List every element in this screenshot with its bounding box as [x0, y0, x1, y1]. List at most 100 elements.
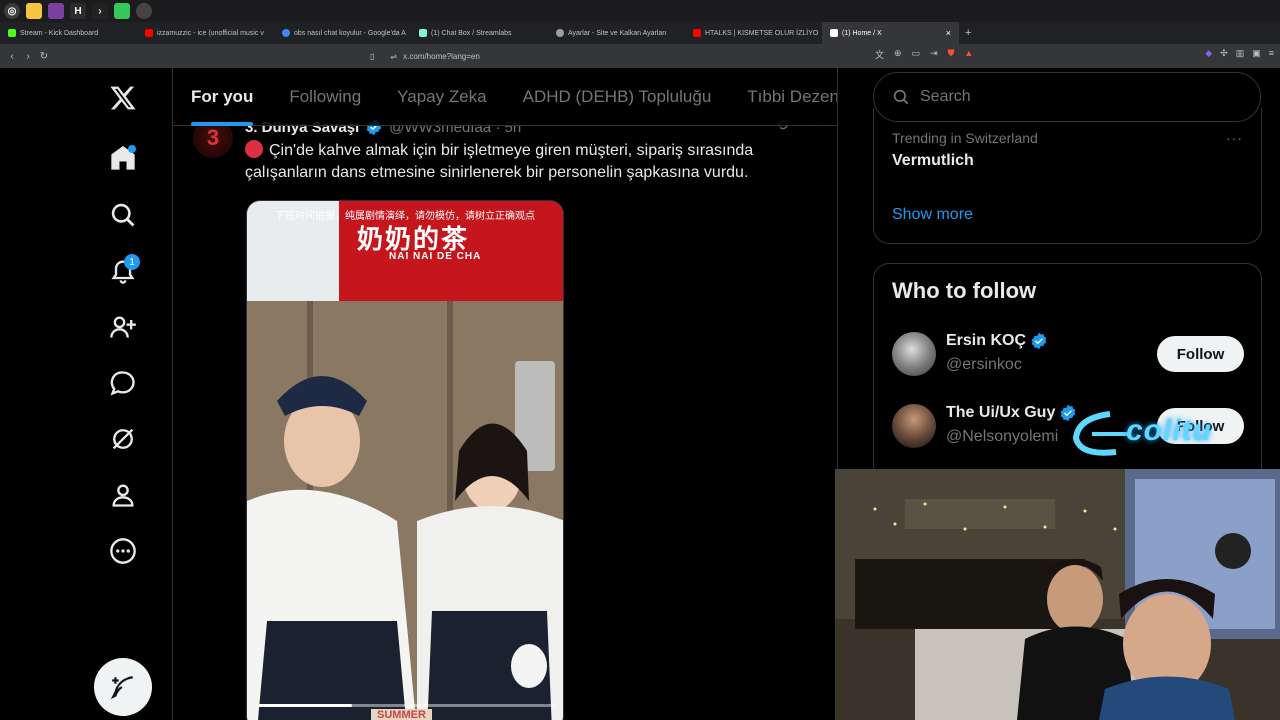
grok-icon[interactable]: [104, 420, 142, 458]
browser-tab[interactable]: Stream - Kick Dashboard: [0, 22, 137, 44]
address-bar: ‹ › ↻ ▯ ⇌ x.com/home?lang=en 文 ⊕ ▭ ⇥ ⛊ ▲…: [0, 44, 1280, 68]
follow-button[interactable]: Follow: [1157, 336, 1244, 372]
x-logo-icon[interactable]: [104, 79, 142, 117]
browser-tab[interactable]: Ayarlar - Site ve Kalkan Ayarları: [548, 22, 685, 44]
video-bottom-text: SUMMER: [371, 709, 432, 720]
app-green-icon[interactable]: [114, 3, 130, 19]
app-clock-icon[interactable]: [136, 3, 152, 19]
favicon-icon: [693, 29, 701, 37]
browser-tab-active[interactable]: (1) Home / X ×: [822, 22, 959, 44]
os-taskbar: ◎ H ›: [0, 0, 1280, 22]
tweet-text: Çin'de kahve almak için bir işletmeye gi…: [245, 140, 815, 184]
zoom-icon[interactable]: ⊕: [894, 48, 902, 61]
trend-name[interactable]: Vermutlich: [892, 152, 974, 170]
tweet-text-body: Çin'de kahve almak için bir işletmeye gi…: [245, 142, 754, 181]
close-tab-icon[interactable]: ×: [946, 28, 951, 38]
tab-label: Ayarlar - Site ve Kalkan Ayarları: [568, 29, 667, 37]
verified-icon: [1031, 332, 1047, 350]
reload-icon[interactable]: ↻: [36, 51, 52, 62]
video-sign-sub: NAI NAI DE CHA: [389, 251, 482, 262]
home-icon[interactable]: [104, 139, 142, 177]
tab-label: Stream - Kick Dashboard: [20, 29, 99, 37]
browser-tab[interactable]: izzamuzzic - ice (unofficial music v: [137, 22, 274, 44]
timeline-tabs: For you Following Yapay Zeka ADHD (DEHB)…: [173, 68, 837, 126]
favicon-icon: [556, 29, 564, 37]
tab-label: (1) Home / X: [842, 29, 882, 37]
extension-icon[interactable]: ◆: [1205, 48, 1212, 59]
tab-yapay-zeka[interactable]: Yapay Zeka: [379, 68, 504, 126]
compose-icon: [110, 676, 133, 700]
left-navigation: 1: [0, 68, 172, 720]
tab-label: HTALKS | KISMETSE OLUR İZLİYO: [705, 29, 819, 37]
suggestion-name[interactable]: Ersin KOÇ: [946, 332, 1048, 350]
app-icon[interactable]: [48, 3, 64, 19]
sidebar-icon[interactable]: ▥: [1236, 48, 1245, 59]
forward-icon[interactable]: ›: [20, 51, 36, 62]
more-icon[interactable]: [104, 532, 142, 570]
trend-more-icon[interactable]: ···: [1226, 130, 1243, 146]
suggestion-handle: @Nelsonyolemi: [946, 428, 1059, 445]
shield-icon[interactable]: ⛊: [948, 48, 955, 61]
favicon-icon: [419, 29, 427, 37]
suggestion-name[interactable]: The Ui/Ux Guy: [946, 404, 1077, 422]
browser-tab-strip: Stream - Kick Dashboard izzamuzzic - ice…: [0, 22, 1280, 44]
follow-suggestion[interactable]: Ersin KOÇ @ersinkoc Follow: [892, 332, 1244, 382]
rewards-icon[interactable]: ▲: [964, 48, 973, 61]
video-caption: 下班时间拍摄，纯属剧情演绎，请勿模仿，请树立正确观点: [275, 211, 535, 222]
terminal-icon[interactable]: ›: [92, 3, 108, 19]
favicon-icon: [282, 29, 290, 37]
suggestion-name-text: Ersin KOÇ: [946, 332, 1027, 349]
avatar[interactable]: [892, 404, 936, 448]
url-actions: 文 ⊕ ▭ ⇥ ⛊ ▲: [875, 48, 973, 61]
extensions: ◆ ✣ ▥ ▣ ≡: [1205, 48, 1274, 59]
tab-tibbi[interactable]: Tıbbi Dezenf: [729, 68, 837, 126]
os-menu-icon[interactable]: ◎: [4, 3, 20, 19]
tab-label: (1) Chat Box / Streamlabs: [431, 29, 512, 37]
tab-following[interactable]: Following: [271, 68, 379, 126]
home-dot: [128, 145, 136, 153]
who-to-follow-title: Who to follow: [892, 278, 1037, 303]
search-icon: [893, 89, 909, 105]
folder-icon[interactable]: [26, 3, 42, 19]
webcam-video: [835, 469, 1280, 720]
profile-icon[interactable]: [104, 476, 142, 514]
menu-icon[interactable]: ≡: [1269, 48, 1274, 59]
screen-icon[interactable]: ▭: [912, 48, 921, 61]
timeline: For you Following Yapay Zeka ADHD (DEHB)…: [172, 68, 838, 720]
tab-adhd[interactable]: ADHD (DEHB) Topluluğu: [505, 68, 730, 126]
trending-card: Trending in Switzerland Vermutlich ··· S…: [873, 108, 1262, 244]
url-text[interactable]: x.com/home?lang=en: [403, 52, 480, 61]
notifications-icon[interactable]: 1: [104, 252, 142, 290]
favicon-icon: [145, 29, 153, 37]
follow-icon[interactable]: [104, 308, 142, 346]
show-more-link[interactable]: Show more: [892, 206, 973, 224]
tab-label: izzamuzzic - ice (unofficial music v: [157, 29, 264, 37]
search-placeholder: Search: [920, 88, 971, 105]
red-circle-emoji: [245, 140, 263, 158]
wallet-icon[interactable]: ▣: [1252, 48, 1261, 59]
site-settings-icon[interactable]: ⇌: [390, 52, 397, 61]
tab-label: obs nasıl chat koyulur - Google'da A: [294, 29, 406, 37]
bookmark-icon[interactable]: ▯: [370, 52, 374, 61]
browser-tab[interactable]: HTALKS | KISMETSE OLUR İZLİYO: [685, 22, 822, 44]
app-h-icon[interactable]: H: [70, 3, 86, 19]
browser-tab[interactable]: (1) Chat Box / Streamlabs: [411, 22, 548, 44]
back-icon[interactable]: ‹: [4, 51, 20, 62]
webcam-overlay: [835, 469, 1280, 720]
trend-category: Trending in Switzerland: [892, 130, 1038, 146]
suggestion-name-text: The Ui/Ux Guy: [946, 404, 1056, 421]
stream-logo-text: colitu: [1126, 414, 1212, 447]
new-tab-button[interactable]: +: [959, 27, 977, 39]
tweet-video[interactable]: 下班时间拍摄，纯属剧情演绎，请勿模仿，请树立正确观点 奶奶的茶 NAI NAI …: [246, 200, 564, 720]
post-button[interactable]: [94, 658, 152, 716]
favicon-icon: [8, 29, 16, 37]
cast-icon[interactable]: ⇥: [930, 48, 938, 61]
tab-for-you[interactable]: For you: [173, 68, 271, 126]
translate-icon[interactable]: 文: [875, 48, 884, 61]
browser-tab[interactable]: obs nasıl chat koyulur - Google'da A: [274, 22, 411, 44]
messages-icon[interactable]: [104, 364, 142, 402]
explore-icon[interactable]: [104, 196, 142, 234]
video-frame: [247, 201, 563, 720]
puzzle-icon[interactable]: ✣: [1220, 48, 1228, 59]
avatar[interactable]: [892, 332, 936, 376]
